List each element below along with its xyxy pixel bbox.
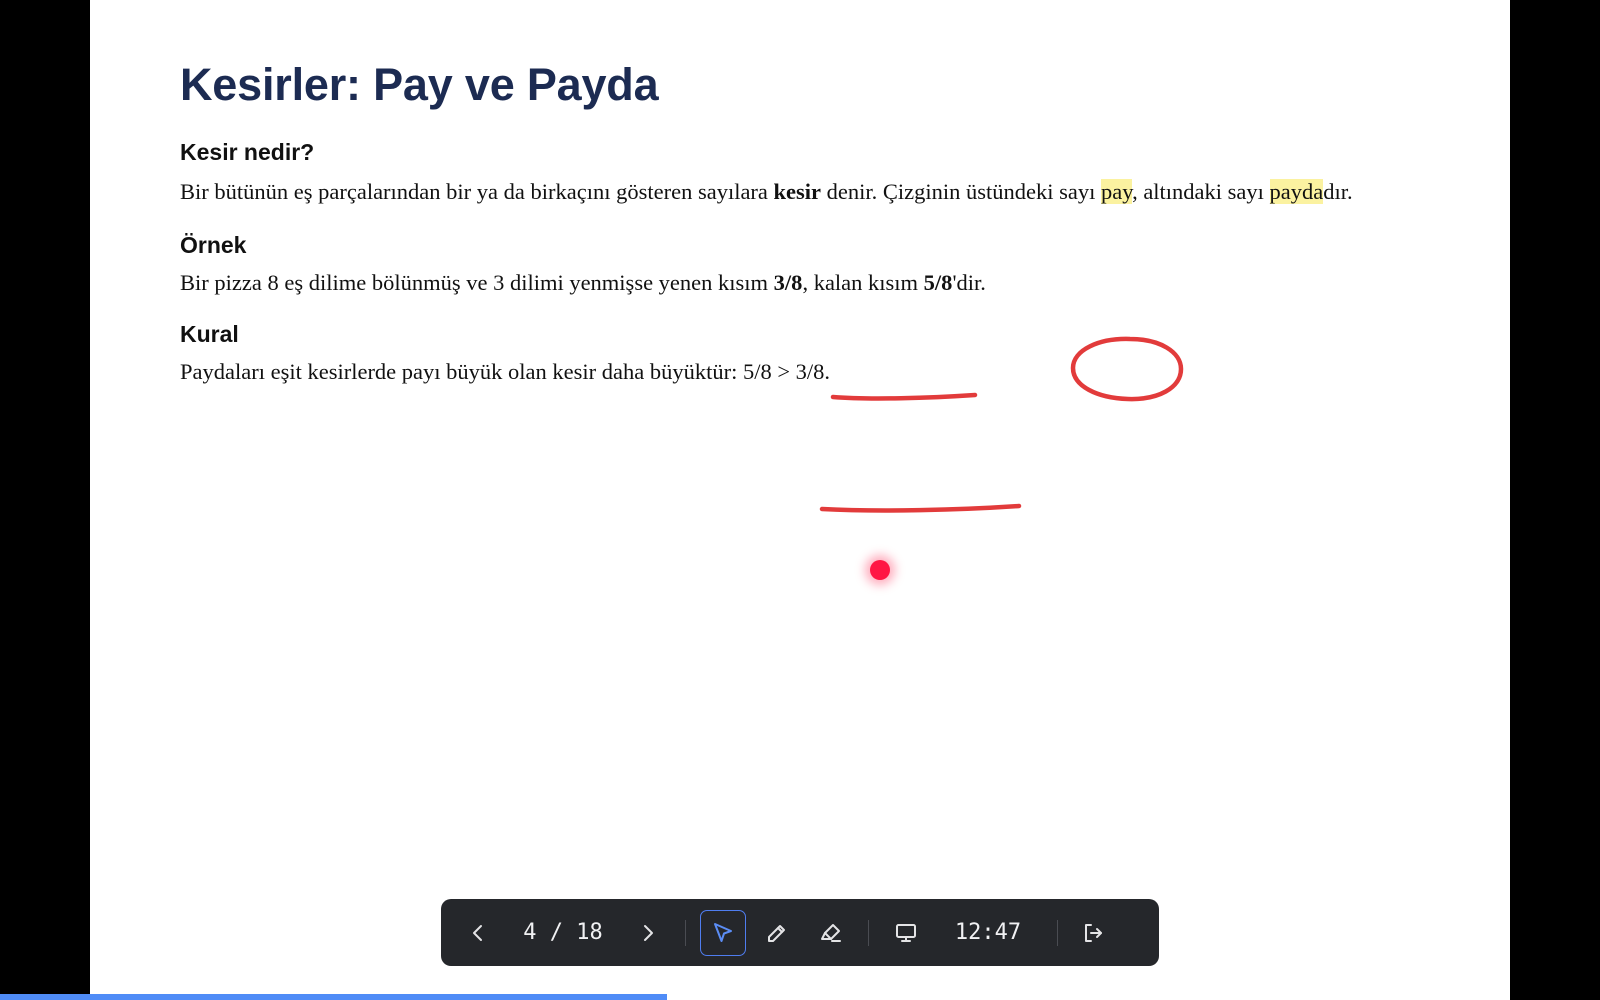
page-separator: / [536, 920, 577, 945]
chevron-left-icon [473, 924, 482, 941]
text-run: denir. Çizginin üstündeki sayı [821, 179, 1102, 204]
exit-presentation-button[interactable] [1070, 910, 1116, 956]
slide-progress-bar [0, 994, 1600, 1000]
pointer-tool-button[interactable] [700, 909, 746, 956]
text-run: Bir bütünün eş parçalarından bir ya da b… [180, 179, 774, 204]
section-heading-kesir-nedir: Kesir nedir? [180, 139, 315, 165]
text-run: , kalan kısım [802, 270, 924, 295]
prev-slide-button[interactable] [455, 910, 501, 956]
pointer-icon [714, 922, 732, 942]
section-heading-ornek: Örnek [180, 232, 247, 258]
toolbar-divider [868, 919, 869, 946]
slide-progress-fill [0, 994, 667, 1000]
highlighter-tool-button[interactable] [808, 910, 854, 956]
highlighter-icon [821, 923, 841, 942]
toolbar-divider [1057, 919, 1058, 946]
term-kesir: kesir [773, 179, 822, 204]
monitor-icon [896, 923, 916, 942]
section-text-ornek: Bir pizza 8 eş dilime bölünmüş ve 3 dili… [180, 265, 1420, 300]
text-run: 'dir. [952, 270, 986, 295]
fraction-remaining: 5/8 [923, 270, 953, 295]
text-run: Bir pizza 8 eş dilime bölünmüş ve 3 dili… [180, 270, 774, 295]
display-button[interactable] [883, 910, 929, 956]
section-heading-kural: Kural [180, 321, 239, 347]
pen-tool-button[interactable] [754, 910, 800, 956]
slide-content: Kesirler: Pay ve Payda Kesir nedir? Bir … [180, 58, 1420, 389]
highlight-payda: payda [1269, 179, 1324, 204]
slide: Kesirler: Pay ve Payda Kesir nedir? Bir … [90, 0, 1510, 1000]
slide-counter: 4 / 18 [501, 920, 625, 945]
text-run: dır. [1323, 179, 1353, 204]
current-page: 4 [523, 920, 537, 945]
pen-icon [768, 924, 785, 942]
exit-icon [1085, 923, 1102, 942]
section-text-kesir-nedir: Bir bütünün eş parçalarından bir ya da b… [180, 174, 1420, 209]
chevron-right-icon [644, 924, 653, 941]
laser-pointer-dot [870, 560, 890, 580]
toolbar-divider [685, 919, 686, 946]
total-pages: 18 [576, 920, 603, 945]
next-slide-button[interactable] [625, 910, 671, 956]
section-text-kural: Paydaları eşit kesirlerde payı büyük ola… [180, 359, 831, 384]
presentation-toolbar: 4 / 18 12:47 [441, 899, 1159, 966]
fraction-eaten: 3/8 [773, 270, 803, 295]
presentation-clock: 12:47 [954, 920, 1022, 945]
highlight-pay: pay [1101, 179, 1133, 204]
slide-title: Kesirler: Pay ve Payda [180, 59, 659, 110]
text-run: , altındaki sayı [1132, 179, 1270, 204]
